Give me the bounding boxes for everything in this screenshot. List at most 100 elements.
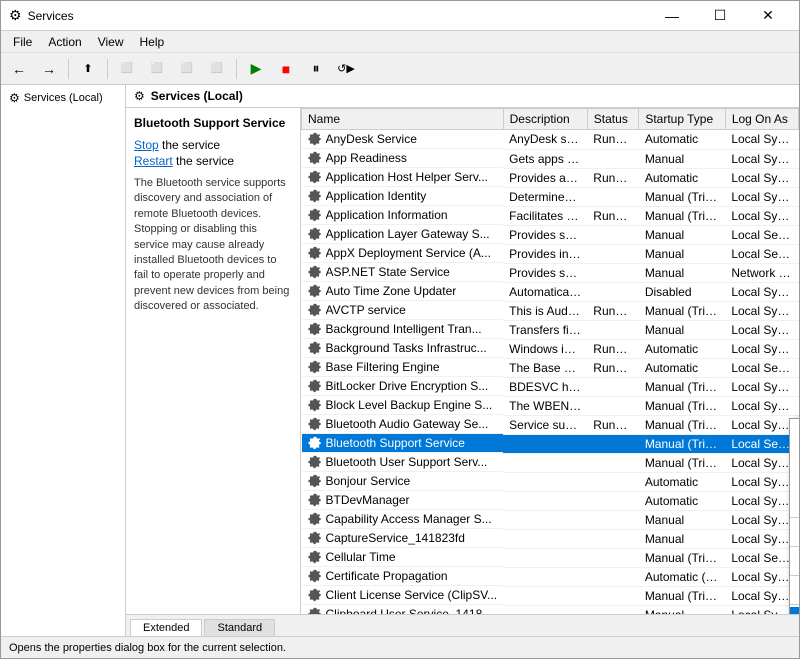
ctx-resume[interactable]: Resume — [790, 491, 799, 515]
toolbar-btn3[interactable]: ⬜ — [173, 56, 201, 82]
ctx-stop[interactable]: Stop — [790, 443, 799, 467]
nav-icon: ⚙ — [9, 91, 20, 105]
table-row[interactable]: App ReadinessGets apps re...ManualLocal … — [302, 149, 799, 168]
service-name: App Readiness — [326, 151, 407, 165]
toolbar-restart[interactable]: ↺▶ — [332, 56, 360, 82]
service-status — [587, 510, 639, 529]
table-row[interactable]: Certificate Propagation Automatic (Tri...… — [302, 567, 799, 586]
col-logon[interactable]: Log On As — [725, 109, 798, 130]
table-row[interactable]: Base Filtering EngineThe Base Filt...Run… — [302, 358, 799, 377]
menu-view[interactable]: View — [90, 33, 132, 51]
table-row[interactable]: Application Host Helper Serv...Provides … — [302, 168, 799, 187]
menu-bar: File Action View Help — [1, 31, 799, 53]
col-status[interactable]: Status — [587, 109, 639, 130]
table-row[interactable]: Auto Time Zone UpdaterAutomaticall...Dis… — [302, 282, 799, 301]
nav-tree: ⚙ Services (Local) — [1, 85, 125, 111]
toolbar-up[interactable]: ⬆ — [74, 56, 102, 82]
table-row[interactable]: Bluetooth User Support Serv...Manual (Tr… — [302, 453, 799, 472]
table-row[interactable]: AVCTP serviceThis is Audio...RunningManu… — [302, 301, 799, 320]
service-desc: Provides infr... — [503, 244, 587, 263]
table-row[interactable]: AnyDesk ServiceAnyDesk su...RunningAutom… — [302, 130, 799, 150]
service-icon — [308, 379, 322, 393]
service-name: CaptureService_141823fd — [326, 531, 465, 545]
service-status — [587, 453, 639, 472]
table-row[interactable]: Background Tasks Infrastruc...Windows in… — [302, 339, 799, 358]
table-row[interactable]: Client License Service (ClipSV...Manual … — [302, 586, 799, 605]
service-icon — [308, 512, 322, 526]
toolbar-stop[interactable]: ■ — [272, 56, 300, 82]
service-startup: Manual (Trigg... — [639, 415, 726, 434]
ctx-pause[interactable]: Pause — [790, 467, 799, 491]
table-row[interactable]: Cellular TimeManual (Trigg...Local Servi… — [302, 548, 799, 567]
maximize-button[interactable]: ☐ — [697, 1, 743, 31]
service-logon: Local Servic... — [725, 358, 798, 377]
table-row[interactable]: Capability Access Manager S...ManualLoca… — [302, 510, 799, 529]
table-row[interactable]: Bonjour ServiceAutomaticLocal Syste... — [302, 472, 799, 491]
ctx-start[interactable]: Start — [790, 419, 799, 443]
stop-service-link[interactable]: Stop — [134, 138, 159, 152]
ctx-refresh[interactable]: Refresh — [790, 578, 799, 602]
table-row[interactable]: Bluetooth Audio Gateway Se...Service sup… — [302, 415, 799, 434]
service-startup: Manual — [639, 225, 726, 244]
service-name: Cellular Time — [326, 550, 396, 564]
service-desc: Provides sup... — [503, 263, 587, 282]
toolbar-forward[interactable]: → — [35, 56, 63, 82]
toolbar-btn2[interactable]: ⬜ — [143, 56, 171, 82]
status-bar: Opens the properties dialog box for the … — [1, 636, 799, 658]
service-logon: Local Syste... — [725, 605, 798, 614]
service-status — [587, 244, 639, 263]
toolbar-btn4[interactable]: ⬜ — [203, 56, 231, 82]
toolbar-back[interactable]: ← — [5, 56, 33, 82]
col-startup[interactable]: Startup Type — [639, 109, 726, 130]
menu-action[interactable]: Action — [40, 33, 89, 51]
service-icon — [308, 151, 322, 165]
service-desc — [503, 510, 587, 529]
table-row[interactable]: Clipboard User Service_1418...ManualLoca… — [302, 605, 799, 614]
service-startup: Disabled — [639, 282, 726, 301]
toolbar-play[interactable]: ▶ — [242, 56, 270, 82]
service-logon: Local Syste... — [725, 491, 798, 510]
service-icon — [308, 341, 322, 355]
ctx-restart[interactable]: Restart — [790, 520, 799, 544]
service-status — [587, 548, 639, 567]
service-startup: Manual — [639, 510, 726, 529]
menu-help[interactable]: Help — [132, 33, 173, 51]
table-row[interactable]: ASP.NET State ServiceProvides sup...Manu… — [302, 263, 799, 282]
service-startup: Manual — [639, 149, 726, 168]
table-row[interactable]: AppX Deployment Service (A...Provides in… — [302, 244, 799, 263]
table-row[interactable]: CaptureService_141823fdManualLocal Syste… — [302, 529, 799, 548]
toolbar-pause[interactable]: ⏸ — [302, 56, 330, 82]
nav-label: Services (Local) — [24, 92, 103, 104]
col-name[interactable]: Name — [302, 109, 504, 130]
service-desc — [503, 586, 587, 605]
table-header-row: Name Description Status Startup Type Log… — [302, 109, 799, 130]
service-list-container[interactable]: Name Description Status Startup Type Log… — [301, 108, 799, 614]
col-description[interactable]: Description — [503, 109, 587, 130]
tab-standard[interactable]: Standard — [204, 619, 275, 636]
nav-services-local[interactable]: ⚙ Services (Local) — [5, 89, 121, 107]
ctx-all-tasks[interactable]: All Tasks — [790, 549, 799, 573]
table-row[interactable]: Application Layer Gateway S...Provides s… — [302, 225, 799, 244]
table-row[interactable]: BTDevManagerAutomaticLocal Syste... — [302, 491, 799, 510]
service-logon: Local Syste... — [725, 168, 798, 187]
toolbar-show-hide[interactable]: ⬜ — [113, 56, 141, 82]
service-status: Running — [587, 206, 639, 225]
table-row[interactable]: Application IdentityDetermines ...Manual… — [302, 187, 799, 206]
minimize-button[interactable]: — — [649, 1, 695, 31]
table-row[interactable]: Application InformationFacilitates th...… — [302, 206, 799, 225]
tab-extended[interactable]: Extended — [130, 619, 202, 636]
service-startup: Automatic (Tri... — [639, 567, 726, 586]
menu-file[interactable]: File — [5, 33, 40, 51]
close-button[interactable]: ✕ — [745, 1, 791, 31]
table-row[interactable]: Block Level Backup Engine S...The WBENGL… — [302, 396, 799, 415]
service-desc: Service supp... — [503, 415, 587, 434]
table-row[interactable]: BitLocker Drive Encryption S...BDESVC ho… — [302, 377, 799, 396]
service-logon: Local Syste... — [725, 396, 798, 415]
table-row[interactable]: Background Intelligent Tran...Transfers … — [302, 320, 799, 339]
service-name: Certificate Propagation — [326, 569, 448, 583]
ctx-sep-2 — [790, 546, 799, 547]
ctx-properties[interactable]: Properties — [790, 607, 799, 614]
restart-service-link[interactable]: Restart — [134, 154, 173, 168]
table-row[interactable]: Bluetooth Support ServiceManual (Trigg..… — [302, 434, 799, 453]
service-status — [587, 491, 639, 510]
